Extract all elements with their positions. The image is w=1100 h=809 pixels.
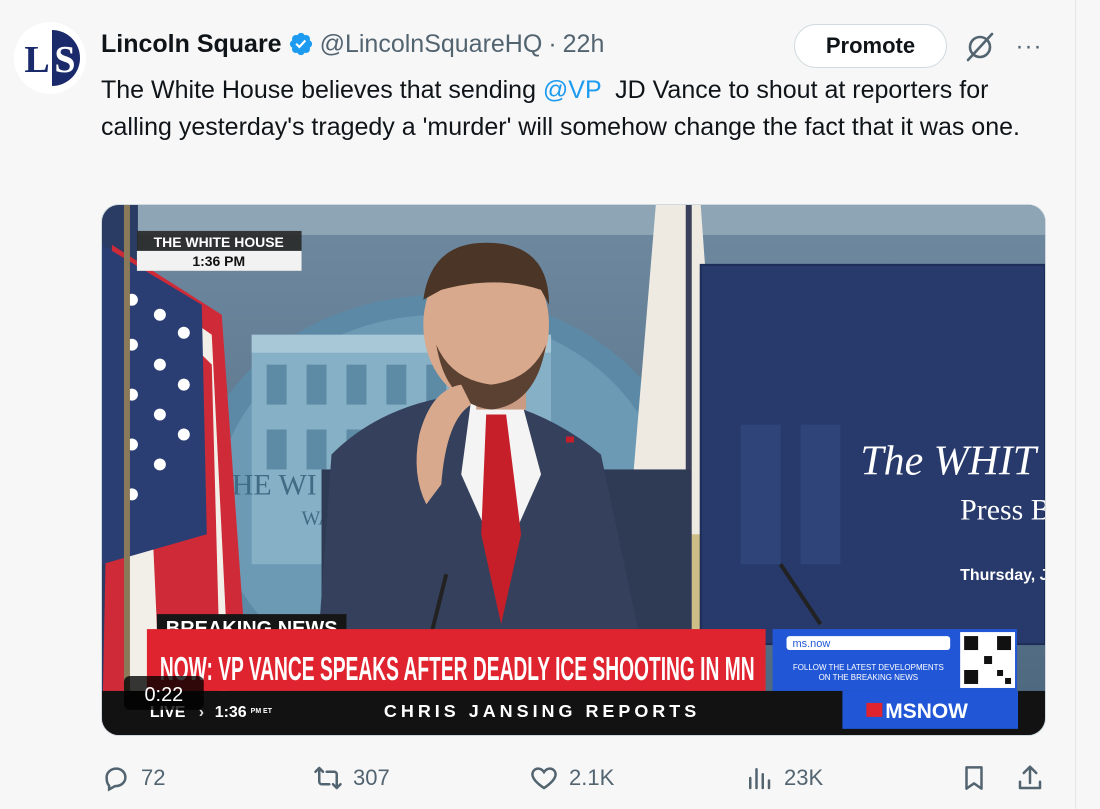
- mention-link[interactable]: @VP: [543, 76, 601, 104]
- promo-text-1: FOLLOW THE LATEST DEVELOPMENTS: [793, 663, 944, 672]
- live-timezone: PM ET: [251, 708, 273, 715]
- share-button[interactable]: [1015, 756, 1045, 800]
- like-icon: [531, 767, 557, 790]
- verified-badge-icon[interactable]: [288, 31, 314, 57]
- repost-icon: [314, 766, 342, 790]
- headline-text: NOW: VP VANCE SPEAKS AFTER DEADLY ICE SH…: [160, 650, 755, 687]
- tweet-timestamp[interactable]: 22h: [563, 30, 605, 59]
- backdrop-date: Thursday, J: [960, 567, 1045, 584]
- video-duration: 0:22: [144, 684, 183, 706]
- tweet-text: The White House believes that sending @V…: [101, 72, 1061, 146]
- author-avatar[interactable]: L S: [14, 22, 86, 94]
- promo-text-2: ON THE BREAKING NEWS: [819, 673, 918, 682]
- author-name[interactable]: Lincoln Square: [101, 30, 282, 59]
- author-handle[interactable]: @LincolnSquareHQ: [320, 30, 543, 59]
- svg-text:S: S: [54, 39, 75, 81]
- reply-button[interactable]: 72: [101, 756, 165, 800]
- like-count: 2.1K: [569, 765, 615, 790]
- reply-icon: [105, 767, 127, 792]
- network-logo: MSNOW: [885, 700, 968, 723]
- seal-text-1: HE WI: [232, 468, 317, 501]
- live-time: 1:36: [215, 704, 247, 721]
- reply-count: 72: [141, 765, 166, 790]
- tweet-text-part-1: The White House believes that sending: [101, 76, 543, 104]
- video-frame: HE WI WA The WHIT Press B Thursday, J TH…: [102, 205, 1045, 735]
- share-icon: [1018, 765, 1042, 790]
- header-separator: ·: [548, 29, 557, 58]
- backdrop-title-2: Press B: [960, 493, 1045, 526]
- location-time: 1:36 PM: [192, 253, 245, 269]
- bookmark-button[interactable]: [959, 756, 989, 800]
- views-icon: [749, 768, 771, 790]
- views-count: 23K: [784, 765, 824, 790]
- more-icon[interactable]: ···: [1012, 30, 1046, 64]
- tweet-card[interactable]: L S Lincoln Square @LincolnSquareHQ · 22…: [0, 0, 1076, 809]
- tweet-actions: 72 307 2.1K 23K: [101, 756, 1051, 800]
- video-player[interactable]: HE WI WA The WHIT Press B Thursday, J TH…: [101, 204, 1046, 736]
- bookmark-icon: [965, 766, 983, 790]
- backdrop-title-1: The WHIT: [860, 438, 1038, 484]
- tweet-header: Lincoln Square @LincolnSquareHQ · 22h: [101, 24, 604, 64]
- repost-button[interactable]: 307: [313, 756, 390, 800]
- like-button[interactable]: 2.1K: [529, 756, 614, 800]
- show-name: CHRIS JANSING REPORTS: [384, 701, 700, 721]
- grok-icon[interactable]: [963, 30, 997, 64]
- repost-count: 307: [353, 765, 390, 790]
- promo-site: ms.now: [793, 638, 831, 650]
- svg-text:L: L: [24, 39, 49, 81]
- location-tag: THE WHITE HOUSE: [154, 234, 284, 250]
- lincoln-square-logo: L S: [14, 22, 86, 94]
- views-button[interactable]: 23K: [744, 756, 823, 800]
- promote-button[interactable]: Promote: [794, 24, 947, 68]
